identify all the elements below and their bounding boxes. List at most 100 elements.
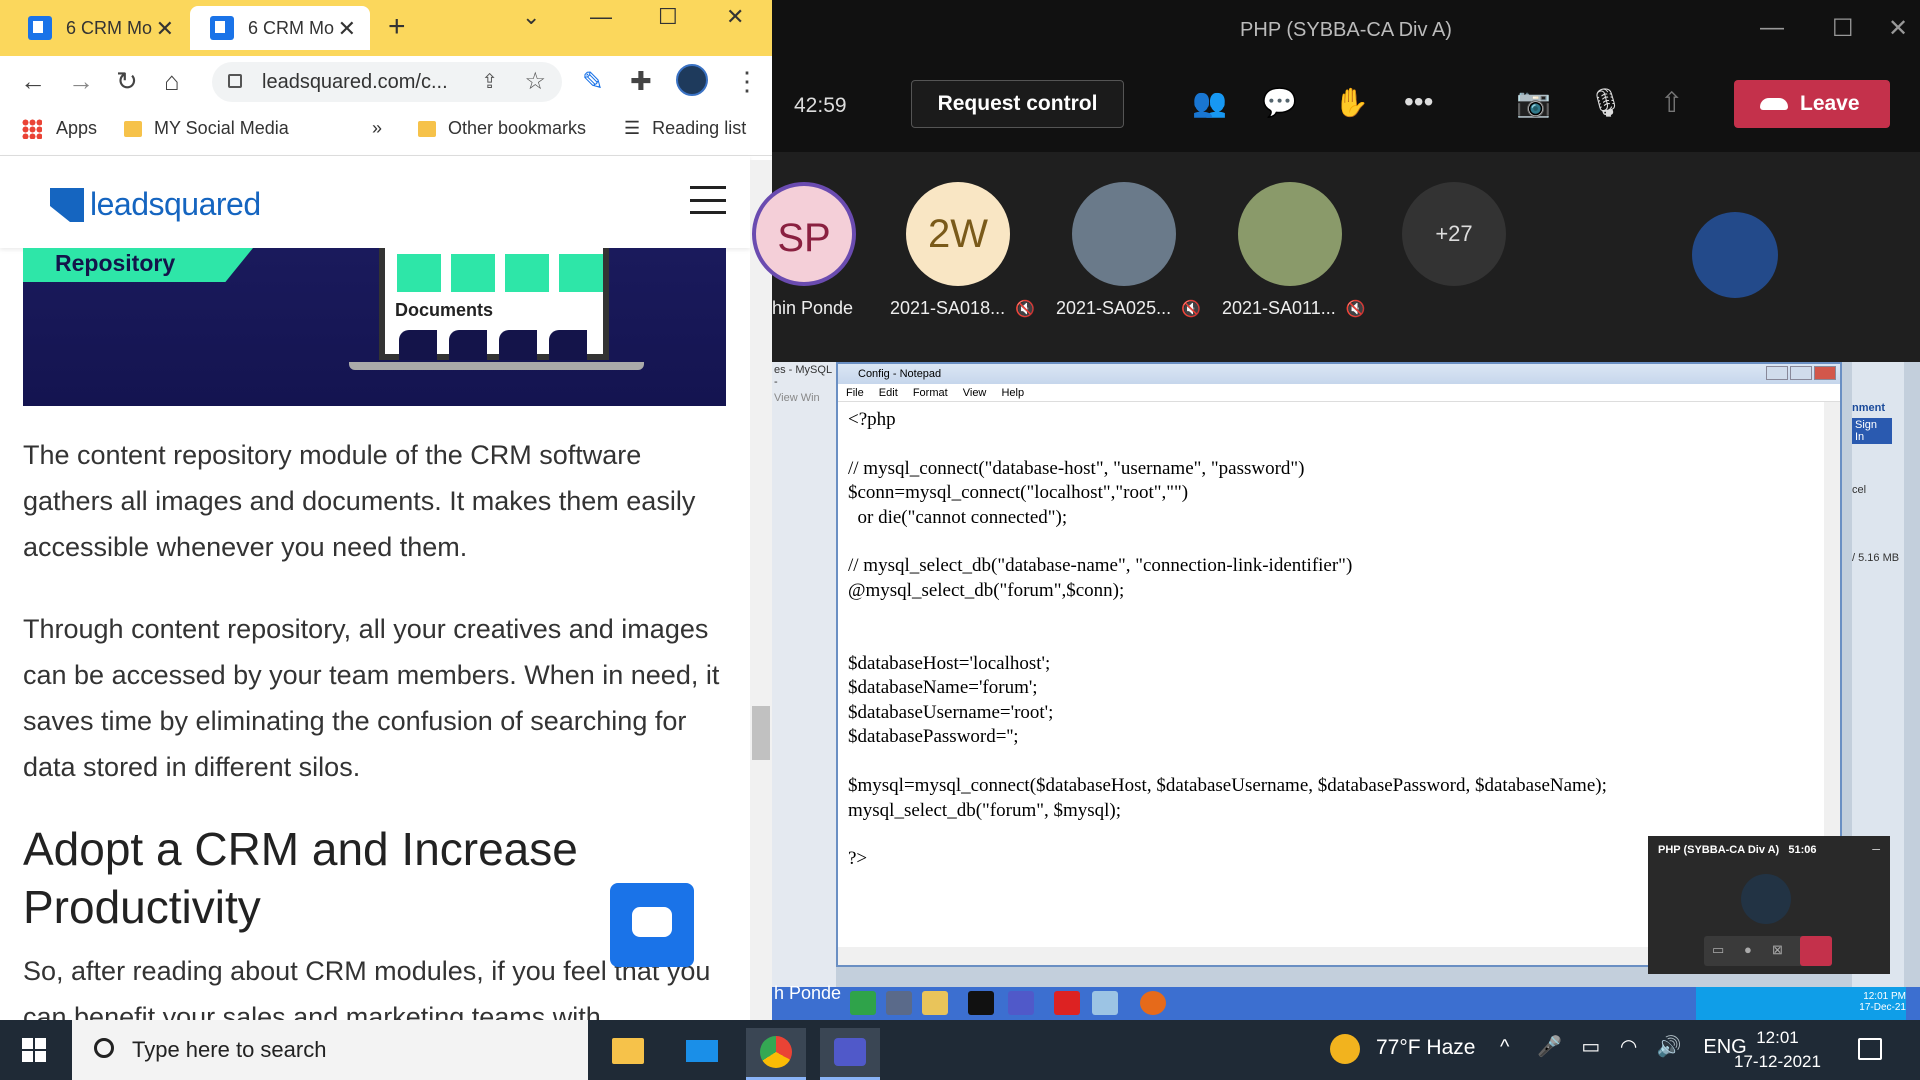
chat-icon[interactable]: 💬 bbox=[1262, 86, 1297, 119]
chrome-icon bbox=[850, 991, 876, 1015]
sign-in-button[interactable]: Sign In bbox=[1852, 418, 1892, 444]
edge-text: nment bbox=[1852, 402, 1885, 414]
new-tab-button[interactable]: + bbox=[388, 10, 406, 44]
hamburger-menu-icon[interactable] bbox=[690, 186, 726, 214]
share-icon[interactable]: ⊠ bbox=[1772, 942, 1783, 958]
forward-arrow-icon[interactable]: → bbox=[68, 68, 94, 94]
camera-off-icon[interactable]: 📷 bbox=[1516, 86, 1551, 119]
wifi-icon[interactable]: ◠ bbox=[1620, 1036, 1637, 1058]
address-bar[interactable]: leadsquared.com/c... ⇪ ☆ bbox=[212, 62, 562, 102]
article-paragraph: The content repository module of the CRM… bbox=[23, 440, 696, 562]
back-arrow-icon[interactable]: ← bbox=[20, 68, 46, 94]
request-control-button[interactable]: Request control bbox=[911, 80, 1124, 128]
leadsquared-logo[interactable]: leadsquared bbox=[50, 186, 261, 223]
presenter-name: h Ponde bbox=[774, 983, 842, 1003]
minimize-button[interactable]: — bbox=[1760, 14, 1784, 42]
menu-format[interactable]: Format bbox=[913, 387, 948, 399]
minimize-button[interactable] bbox=[1766, 366, 1788, 380]
notification-center-icon[interactable] bbox=[1858, 1038, 1882, 1060]
article-paragraph: Through content repository, all your cre… bbox=[23, 614, 720, 782]
people-icon[interactable]: 👥 bbox=[1192, 86, 1227, 119]
chat-widget-button[interactable] bbox=[610, 883, 694, 967]
profile-avatar[interactable] bbox=[676, 64, 708, 96]
folder-icon bbox=[418, 120, 436, 137]
reload-icon[interactable]: ↻ bbox=[116, 68, 138, 94]
search-icon bbox=[94, 1038, 114, 1058]
close-window-button[interactable]: ✕ bbox=[726, 4, 744, 30]
image-thumb-icon bbox=[505, 254, 549, 292]
tab-search-icon[interactable]: ⌄ bbox=[522, 4, 540, 30]
microphone-icon[interactable]: 🎤 bbox=[1537, 1036, 1562, 1058]
menu-help[interactable]: Help bbox=[1001, 387, 1024, 399]
hang-up-icon[interactable] bbox=[1800, 936, 1832, 966]
menu-kebab-icon[interactable]: ⋮ bbox=[734, 68, 760, 94]
remote-taskbar: h Ponde 12:01 PM 17-Dec-21 bbox=[772, 983, 1920, 1020]
mail-icon[interactable] bbox=[672, 1028, 732, 1080]
bookmark-other[interactable]: Other bookmarks bbox=[418, 118, 586, 139]
minimize-icon[interactable]: – bbox=[1872, 840, 1880, 856]
page-scrollbar[interactable] bbox=[750, 160, 772, 1020]
laptop-illustration: Documents bbox=[379, 248, 609, 360]
raise-hand-icon[interactable]: ✋ bbox=[1334, 86, 1369, 119]
notepad-text-area[interactable]: <?php // mysql_connect("database-host", … bbox=[848, 408, 1607, 872]
more-participants-badge[interactable]: +27 bbox=[1402, 182, 1506, 286]
meeting-title: PHP (SYBBA-CA Div A) bbox=[772, 0, 1920, 56]
weather-text[interactable]: 77°F Haze bbox=[1376, 1036, 1475, 1060]
menu-edit[interactable]: Edit bbox=[879, 387, 898, 399]
maximize-button[interactable]: ☐ bbox=[1832, 14, 1854, 43]
home-icon[interactable]: ⌂ bbox=[164, 68, 180, 94]
extensions-puzzle-icon[interactable]: ✚ bbox=[630, 68, 652, 94]
close-tab-icon[interactable]: ✕ bbox=[156, 16, 174, 42]
weather-haze-icon[interactable] bbox=[1330, 1034, 1360, 1064]
taskbar-search-box[interactable]: Type here to search bbox=[72, 1020, 588, 1080]
bookmark-apps[interactable]: Apps bbox=[22, 118, 97, 139]
chrome-taskbar-icon[interactable] bbox=[746, 1028, 806, 1080]
more-options-icon[interactable]: ••• bbox=[1404, 86, 1433, 118]
participant-avatar-photo[interactable] bbox=[1238, 182, 1342, 286]
mic-icon[interactable]: ● bbox=[1744, 942, 1752, 957]
mysql-menu-text: View Win bbox=[774, 392, 820, 404]
tab-title: 6 CRM Mo bbox=[66, 17, 153, 38]
maximize-button[interactable]: ☐ bbox=[658, 4, 678, 30]
leave-label: Leave bbox=[1800, 92, 1860, 115]
document-icon bbox=[549, 330, 587, 360]
document-icon bbox=[449, 330, 487, 360]
chevron-up-icon[interactable]: ^ bbox=[1500, 1036, 1509, 1058]
scrollbar-thumb[interactable] bbox=[752, 706, 770, 760]
close-window-button[interactable]: ✕ bbox=[1888, 14, 1908, 43]
participant-name: hin Ponde bbox=[772, 298, 854, 318]
documents-label: Documents bbox=[395, 300, 494, 320]
bookmark-star-icon[interactable]: ☆ bbox=[524, 62, 546, 102]
participant-avatar[interactable]: 2W bbox=[906, 182, 1010, 286]
volume-icon[interactable]: 🔊 bbox=[1657, 1036, 1682, 1058]
share-icon[interactable]: ⇪ bbox=[481, 62, 498, 102]
file-explorer-icon[interactable] bbox=[598, 1028, 658, 1080]
bookmarks-overflow[interactable]: » bbox=[372, 118, 382, 139]
battery-icon[interactable]: ▭ bbox=[1581, 1036, 1600, 1058]
notepad-window-controls bbox=[1766, 366, 1836, 380]
browser-tab-1[interactable]: 6 CRM Mo ✕ bbox=[8, 6, 188, 50]
teams-taskbar-icon[interactable] bbox=[820, 1028, 880, 1080]
participant-avatar[interactable]: SP bbox=[752, 182, 856, 286]
leave-button[interactable]: Leave bbox=[1734, 80, 1890, 128]
taskbar-clock[interactable]: 12:01 17-12-2021 bbox=[1734, 1026, 1821, 1074]
menu-view[interactable]: View bbox=[963, 387, 987, 399]
meeting-mini-window[interactable]: PHP (SYBBA-CA Div A) 51:06 – ▭ ● ⊠ bbox=[1648, 836, 1890, 974]
windows-start-icon[interactable] bbox=[22, 1038, 46, 1062]
camera-off-icon[interactable]: ▭ bbox=[1712, 942, 1724, 958]
menu-file[interactable]: File bbox=[846, 387, 864, 399]
bookmark-label: Apps bbox=[56, 118, 98, 138]
close-tab-icon[interactable]: ✕ bbox=[338, 16, 356, 42]
browser-tab-2[interactable]: 6 CRM Mo ✕ bbox=[190, 6, 370, 50]
meeting-timer: 42:59 bbox=[794, 94, 847, 117]
share-tray-icon[interactable]: ⇧ bbox=[1660, 86, 1683, 119]
bookmark-social-media[interactable]: MY Social Media bbox=[124, 118, 289, 139]
extension-pen-icon[interactable]: ✎ bbox=[582, 68, 604, 94]
reading-list[interactable]: ☰ Reading list bbox=[624, 118, 746, 139]
close-button[interactable] bbox=[1814, 366, 1836, 380]
participant-avatar-photo[interactable] bbox=[1072, 182, 1176, 286]
maximize-button[interactable] bbox=[1790, 366, 1812, 380]
mic-off-icon[interactable]: 🎙 bbox=[1588, 86, 1624, 119]
minimize-button[interactable]: — bbox=[590, 4, 612, 30]
document-icon bbox=[499, 330, 537, 360]
